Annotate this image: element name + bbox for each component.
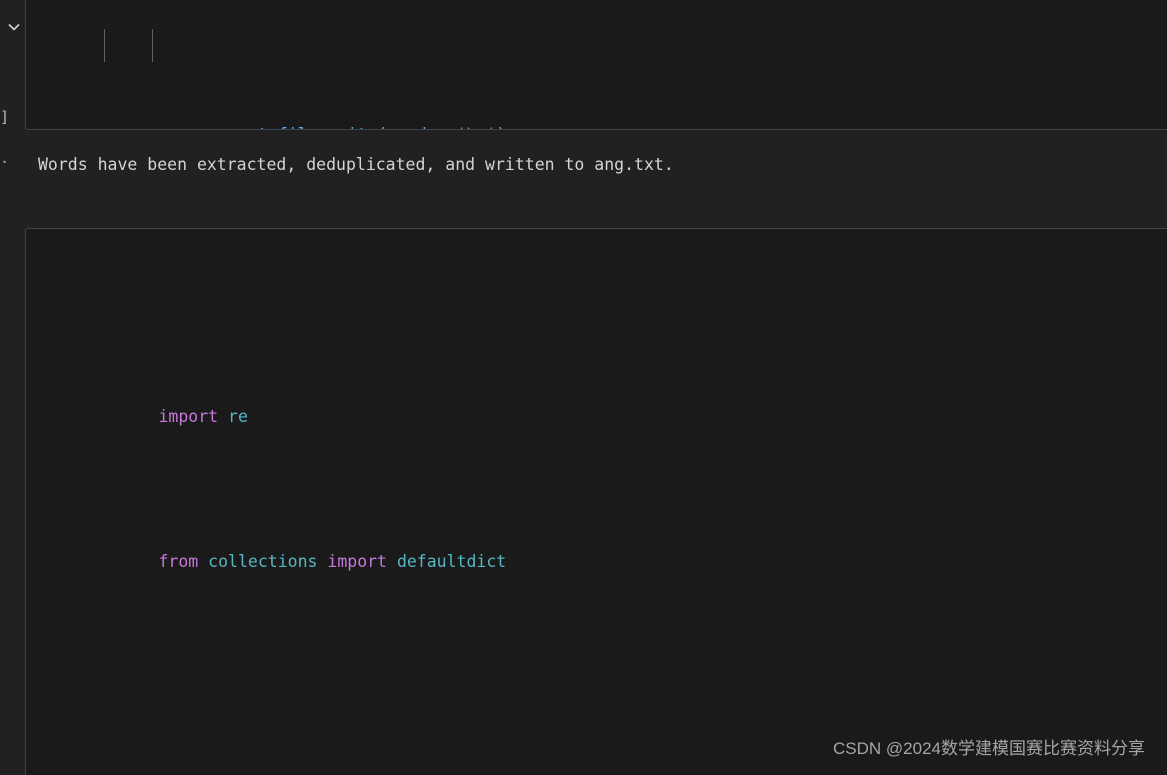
code-token: word [387,125,427,129]
chevron-down-icon[interactable] [5,18,23,36]
notebook-page: ] out_file.write(word + '\n') print("Wor… [0,0,1167,775]
indent-guide [104,29,105,62]
code-token: . [317,125,327,129]
code-token: write [327,125,377,129]
code-token: '\n' [457,125,497,129]
code-token: re [228,407,248,426]
code-line: import re [79,373,854,426]
code-token: ( [377,125,387,129]
code-token: defaultdict [396,552,507,571]
code-token: collections [208,552,318,571]
code-token: + [427,125,457,129]
code-token: ) [496,125,506,129]
code-content-top: out_file.write(word + '\n') print("Words… [79,0,923,129]
code-cell-top[interactable]: out_file.write(word + '\n') print("Words… [25,0,1167,130]
code-line: from collections import defaultdict [79,518,854,571]
code-content-bottom: import re from collections import defaul… [79,257,854,775]
indent-guide [152,29,153,62]
code-cell-bottom[interactable]: import re from collections import defaul… [25,228,1167,775]
code-token: import [158,407,219,426]
code-line: out_file.write(word + '\n') [79,29,923,129]
output-marker: · [0,153,10,171]
code-token: import [327,552,387,571]
cell-output-text: Words have been extracted, deduplicated,… [38,155,674,174]
csdn-watermark: CSDN @2024数学建模国赛比赛资料分享 [833,739,1145,758]
cell-execution-label: ] [0,108,10,126]
code-token: out_file [238,125,317,129]
code-token: from [158,552,199,571]
